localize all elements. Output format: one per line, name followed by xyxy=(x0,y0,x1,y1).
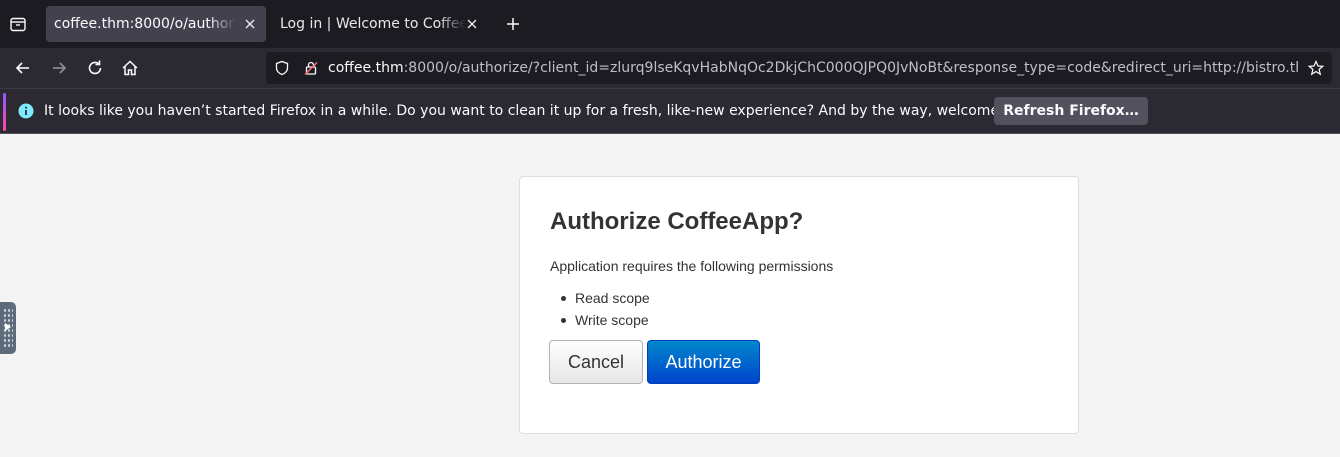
insecure-lock-icon[interactable] xyxy=(303,60,319,76)
tab-authorize[interactable]: coffee.thm:8000/o/authorize/ xyxy=(46,6,266,42)
address-bar[interactable]: coffee.thm:8000/o/authorize/?client_id=z… xyxy=(266,52,1332,84)
forward-arrow-icon[interactable] xyxy=(49,58,69,78)
back-arrow-icon[interactable] xyxy=(13,58,33,78)
star-icon[interactable] xyxy=(1307,60,1325,76)
cancel-button[interactable]: Cancel xyxy=(549,340,643,384)
authorize-button[interactable]: Authorize xyxy=(647,340,760,384)
tab-label: Log in | Welcome to CoffeeShop xyxy=(280,16,466,32)
plus-icon[interactable] xyxy=(503,14,523,34)
reload-icon[interactable] xyxy=(85,58,105,78)
tab-login[interactable]: Log in | Welcome to CoffeeShop xyxy=(272,6,488,42)
refresh-firefox-button[interactable]: Refresh Firefox… xyxy=(994,97,1148,125)
shield-icon[interactable] xyxy=(274,60,290,76)
permissions-intro: Application requires the following permi… xyxy=(550,258,834,274)
url-text[interactable]: coffee.thm:8000/o/authorize/?client_id=z… xyxy=(328,52,1298,84)
home-icon[interactable] xyxy=(120,58,140,78)
authorize-card: Authorize CoffeeApp? Application require… xyxy=(519,176,1079,434)
tab-label: coffee.thm:8000/o/authorize/ xyxy=(54,16,236,32)
page-title: Authorize CoffeeApp? xyxy=(550,208,804,235)
navigation-toolbar: coffee.thm:8000/o/authorize/?client_id=z… xyxy=(0,48,1340,88)
close-icon[interactable] xyxy=(242,16,258,32)
list-all-tabs-icon[interactable] xyxy=(8,14,28,34)
url-host: coffee.thm xyxy=(328,60,404,76)
info-icon xyxy=(18,103,34,119)
list-item: Read scope xyxy=(550,288,650,310)
play-arrow-icon xyxy=(5,323,11,331)
notification-accent xyxy=(3,93,6,131)
close-icon[interactable] xyxy=(464,16,480,32)
url-path: :8000/o/authorize/?client_id=zlurq9lseKq… xyxy=(403,60,1298,76)
notification-bar: It looks like you haven’t started Firefo… xyxy=(0,88,1340,134)
sidebar-toggle-handle[interactable] xyxy=(0,302,16,354)
list-item: Write scope xyxy=(550,310,650,332)
tab-strip: coffee.thm:8000/o/authorize/ Log in | We… xyxy=(0,0,1340,48)
scope-list: Read scope Write scope xyxy=(550,288,650,332)
notification-message: It looks like you haven’t started Firefo… xyxy=(44,103,1043,119)
